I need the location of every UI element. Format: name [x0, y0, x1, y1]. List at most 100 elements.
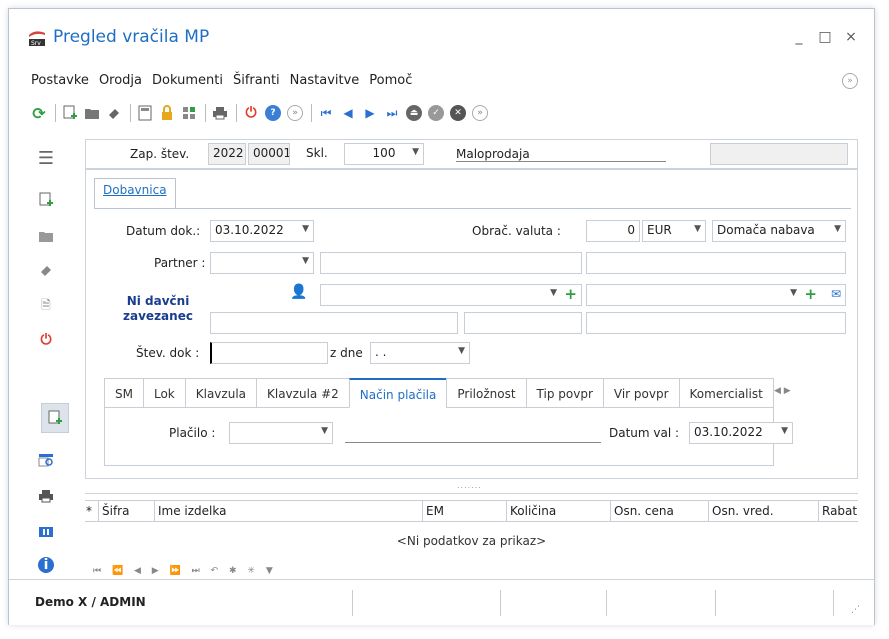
expand-icon[interactable]: » — [842, 73, 858, 89]
add-icon[interactable]: + — [804, 285, 817, 303]
new-icon[interactable] — [35, 189, 57, 211]
skl-select[interactable]: 100 ▼ — [344, 143, 424, 165]
maximize-button[interactable]: □ — [815, 29, 835, 45]
add-row-icon[interactable] — [41, 403, 69, 433]
open-folder-icon[interactable] — [35, 225, 57, 247]
app-logo-icon: Srv — [29, 31, 45, 47]
tab-komercialist[interactable]: Komercialist — [678, 378, 774, 408]
tab-tip-povpr[interactable]: Tip povpr — [525, 378, 603, 408]
partner-address-field[interactable] — [586, 252, 846, 274]
splitter-handle[interactable]: ....... — [457, 481, 482, 490]
last-record-icon[interactable]: ⏭ — [384, 105, 400, 121]
col-kolicina[interactable]: Količina — [507, 501, 611, 521]
col-em[interactable]: EM — [423, 501, 507, 521]
eject-icon[interactable]: ⏏ — [406, 105, 422, 121]
columns-icon[interactable] — [35, 521, 57, 543]
number-field[interactable]: 00001 — [248, 143, 290, 165]
menu-pomoc[interactable]: Pomoč — [369, 73, 412, 93]
cancel-icon[interactable]: ✕ — [450, 105, 466, 121]
col-osn-vred[interactable]: Osn. vred. — [709, 501, 819, 521]
new-document-icon[interactable] — [62, 105, 78, 121]
grid-navigator[interactable]: ⏮ ⏪ ◀ ▶ ⏩ ⏭ ↶ ✱ ✳ ▼ — [93, 566, 277, 576]
valuta-amount-field[interactable]: 0 — [586, 220, 640, 242]
tab-vir-povpr[interactable]: Vir povpr — [602, 378, 679, 408]
toolbar-separator — [130, 104, 131, 122]
eraser-icon[interactable] — [35, 259, 57, 281]
contact-select[interactable]: ▼ + — [320, 284, 582, 306]
davcni-status: Ni davčni zavezanec — [123, 294, 193, 323]
menu-sifranti[interactable]: Šifranti — [233, 73, 280, 93]
menu-bar: Postavke Orodja Dokumenti Šifranti Nasta… — [31, 73, 422, 93]
tab-nacin-placila[interactable]: Način plačila — [348, 378, 447, 408]
resize-grip-icon[interactable]: ⋰ — [851, 605, 860, 615]
menu-nastavitve[interactable]: Nastavitve — [290, 73, 360, 93]
extra-field-3[interactable] — [586, 312, 846, 334]
next-record-icon[interactable]: ▶ — [362, 105, 378, 121]
first-record-icon[interactable]: ⏮ — [318, 105, 334, 121]
toolbar-separator — [205, 104, 206, 122]
document-settings-icon[interactable]: 🗎 — [35, 295, 57, 317]
menu-dokumenti[interactable]: Dokumenti — [152, 73, 223, 93]
tab-scroll-arrows[interactable]: ◀ ▶ — [774, 386, 791, 396]
status-divider — [715, 590, 716, 616]
valuta-select[interactable]: EUR ▼ — [642, 220, 706, 242]
col-sifra[interactable]: Šifra — [99, 501, 155, 521]
power-icon[interactable]: ⏻ — [35, 329, 57, 351]
menu-orodja[interactable]: Orodja — [99, 73, 142, 93]
table-search-icon[interactable] — [35, 449, 57, 471]
chevron-down-icon: ▼ — [790, 288, 797, 298]
calculator-icon[interactable] — [137, 105, 153, 121]
tab-klavzula[interactable]: Klavzula — [184, 378, 256, 408]
status-divider — [833, 590, 834, 616]
forward-icon[interactable]: » — [287, 105, 303, 121]
select-column-icon[interactable]: * — [85, 501, 99, 521]
tab-priloznost[interactable]: Priložnost — [446, 378, 526, 408]
partner-select[interactable]: ▼ — [210, 252, 314, 274]
power-icon[interactable]: ⏻ — [243, 105, 259, 121]
chevron-down-icon: ▼ — [781, 426, 788, 436]
valuta-value: EUR — [647, 223, 672, 237]
col-osn-cena[interactable]: Osn. cena — [611, 501, 709, 521]
window-title: Pregled vračila MP — [53, 27, 210, 47]
skl-value: 100 — [372, 146, 396, 160]
info-icon[interactable]: i — [38, 557, 54, 573]
stev-dok-field[interactable] — [210, 342, 328, 364]
add-contact-icon[interactable]: + — [564, 285, 577, 303]
more-icon[interactable]: » — [472, 105, 488, 121]
extra-field-2[interactable] — [464, 312, 582, 334]
prev-record-icon[interactable]: ◀ — [340, 105, 356, 121]
mail-icon[interactable]: ✉ — [831, 287, 841, 301]
col-rabat[interactable]: Rabat — [819, 501, 858, 521]
tab-sm[interactable]: SM — [104, 378, 143, 408]
extra-field-1[interactable] — [210, 312, 458, 334]
folder-icon[interactable] — [84, 105, 100, 121]
nabava-select[interactable]: Domača nabava ▼ — [712, 220, 846, 242]
chevron-down-icon: ▼ — [321, 426, 328, 436]
contact2-select[interactable]: ▼ + ✉ — [586, 284, 846, 306]
minimize-button[interactable]: _ — [789, 29, 809, 45]
z-dne-field[interactable]: . . ▼ — [370, 342, 470, 364]
confirm-icon[interactable]: ✓ — [428, 105, 444, 121]
placilo-select[interactable]: ▼ — [229, 422, 333, 444]
tab-dobavnica[interactable]: Dobavnica — [94, 178, 176, 208]
close-button[interactable]: × — [841, 29, 861, 45]
menu-postavke[interactable]: Postavke — [31, 73, 89, 93]
eraser-icon[interactable] — [106, 105, 122, 121]
tab-klavzula-2[interactable]: Klavzula #2 — [256, 378, 349, 408]
grid-header: * Šifra Ime izdelka EM Količina Osn. cen… — [85, 500, 858, 522]
hamburger-icon[interactable]: ☰ — [35, 147, 57, 169]
print-icon[interactable] — [35, 485, 57, 507]
lock-icon[interactable] — [159, 105, 175, 121]
datum-val-field[interactable]: 03.10.2022 ▼ — [689, 422, 793, 444]
placilo-label: Plačilo : — [169, 426, 216, 440]
grid-icon[interactable] — [181, 105, 197, 121]
datum-dok-field[interactable]: 03.10.2022 ▼ — [210, 220, 314, 242]
help-icon[interactable]: ? — [265, 105, 281, 121]
refresh-icon[interactable]: ⟳ — [31, 104, 47, 123]
tab-lok[interactable]: Lok — [142, 378, 185, 408]
svg-text:Srv: Srv — [31, 40, 41, 47]
year-field[interactable]: 2022 — [208, 143, 246, 165]
partner-name-field[interactable] — [320, 252, 582, 274]
print-icon[interactable] — [212, 105, 228, 121]
col-ime-izdelka[interactable]: Ime izdelka — [155, 501, 423, 521]
